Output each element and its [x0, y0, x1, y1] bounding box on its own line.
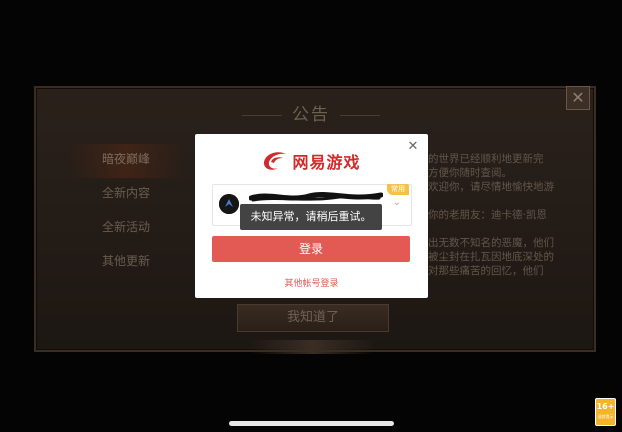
menu-item-other-updates[interactable]: 其他更新: [66, 246, 186, 280]
menu-item-new-content[interactable]: 全新内容: [66, 178, 186, 212]
age-rating-badge: 16+ 适龄提示: [595, 398, 616, 426]
menu-item-dark-night[interactable]: 暗夜巅峰: [66, 144, 186, 178]
menu-item-new-events[interactable]: 全新活动: [66, 212, 186, 246]
other-account-login-link[interactable]: 其他帐号登录: [195, 276, 428, 289]
login-button[interactable]: 登录: [212, 236, 410, 262]
home-indicator[interactable]: [229, 421, 394, 426]
age-rating-label: 适龄提示: [597, 414, 614, 419]
avatar: [219, 194, 239, 214]
brand-name: 网易游戏: [292, 153, 361, 172]
announcement-body: 的世界已经顺利地更新完 方便你随时查阅。 欢迎你，请尽情地愉快地游 你的老朋友：…: [428, 152, 578, 278]
announcement-line: [428, 194, 578, 208]
announcement-line: 方便你随时查阅。: [428, 167, 512, 179]
announcement-line: 你的老朋友：迪卡德·凯恩: [428, 209, 547, 221]
netease-logo-icon: [262, 150, 288, 172]
redacted-account-name: [248, 189, 384, 203]
announcement-title: 公告: [0, 100, 622, 125]
brand-logo: 网易游戏: [195, 150, 428, 172]
announcement-line: 对那些痛苦的回忆，他们: [428, 265, 544, 277]
announcement-line: 欢迎你，请尽情地愉快地游: [428, 181, 554, 193]
announcement-menu: 暗夜巅峰 全新内容 全新活动 其他更新: [66, 144, 186, 280]
chevron-down-icon[interactable]: ⌄: [393, 197, 401, 208]
frequent-account-badge: 常用: [387, 184, 409, 195]
announcement-close-button[interactable]: ✕: [566, 86, 590, 110]
got-it-button[interactable]: 我知道了: [237, 304, 389, 332]
announcement-line: [428, 222, 578, 236]
announcement-line: 被尘封在扎瓦因地底深处的: [428, 251, 554, 263]
age-rating-number: 16+: [596, 402, 615, 411]
announcement-line: 的世界已经顺利地更新完: [428, 153, 544, 165]
announcement-line: 出无数不知名的恶魔，他们: [428, 237, 554, 249]
ornament-divider: [250, 340, 375, 354]
error-toast: 未知异常，请稍后重试。: [240, 204, 382, 230]
